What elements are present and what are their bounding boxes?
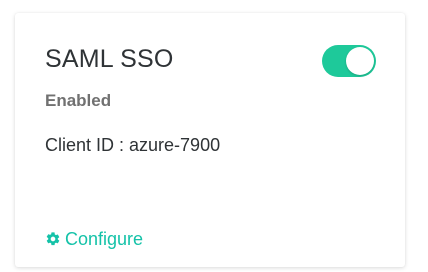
enable-toggle[interactable] <box>322 45 376 77</box>
client-id-text: Client ID : azure-7900 <box>45 135 221 155</box>
toggle-knob <box>346 47 374 75</box>
configure-label: Configure <box>65 229 144 249</box>
status-label: Enabled <box>45 91 112 110</box>
card-title: SAML SSO <box>45 45 174 73</box>
saml-sso-card: SAML SSO Enabled Client ID : azure-7900 … <box>15 13 405 267</box>
gear-icon <box>45 231 61 247</box>
configure-link[interactable]: Configure <box>45 227 143 251</box>
